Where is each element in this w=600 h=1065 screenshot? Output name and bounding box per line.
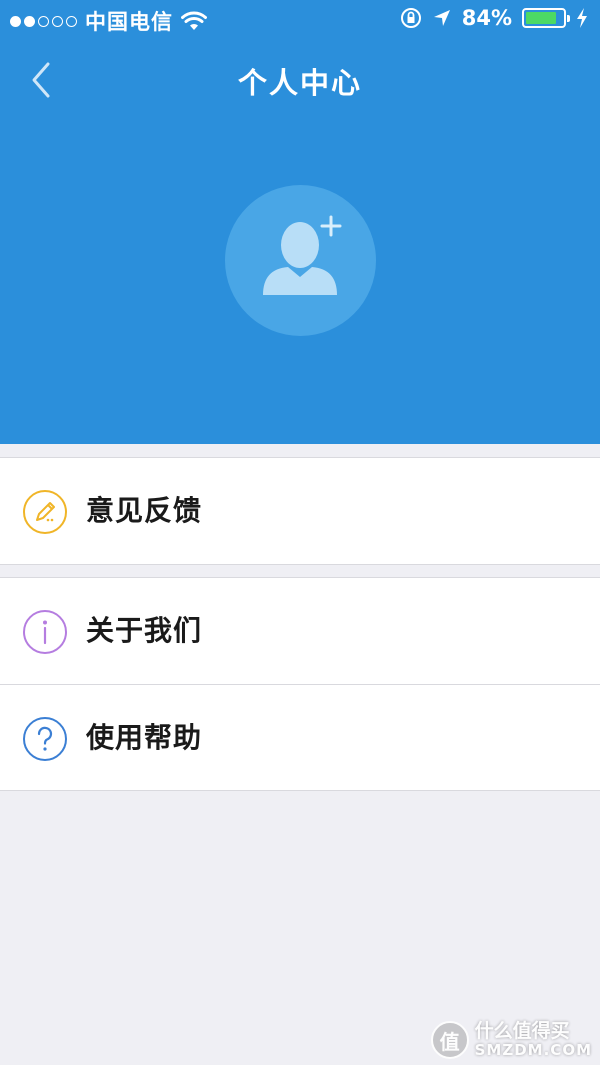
menu-item-label: 关于我们 <box>86 614 203 647</box>
charging-bolt-icon <box>577 8 587 28</box>
status-left: 中国电信 <box>10 6 207 36</box>
info-icon <box>23 610 67 654</box>
rotation-lock-icon <box>400 8 421 28</box>
avatar-button[interactable] <box>225 185 376 336</box>
navigation-bar: 个人中心 <box>0 40 600 120</box>
page-title: 个人中心 <box>237 66 362 100</box>
location-arrow-icon <box>433 10 450 26</box>
signal-dot <box>66 15 77 27</box>
signal-dot <box>52 15 63 27</box>
menu-group-info: 关于我们 使用帮助 <box>0 577 600 791</box>
profile-header: 中国电信 84% 个人中心 <box>0 0 600 444</box>
watermark-text: 什么值得买 SMZDM.COM <box>475 1021 592 1058</box>
battery-icon <box>522 8 570 28</box>
menu-item-label: 意见反馈 <box>86 494 203 527</box>
menu-item-about-us[interactable]: 关于我们 <box>0 578 600 684</box>
status-bar: 中国电信 84% <box>0 0 600 40</box>
watermark-badge: 值 <box>430 1021 469 1059</box>
wifi-icon <box>181 11 207 30</box>
signal-strength-icon <box>10 15 77 27</box>
add-user-icon <box>263 215 342 295</box>
menu-item-label: 使用帮助 <box>86 721 203 754</box>
site-watermark: 值 什么值得买 SMZDM.COM <box>430 1021 592 1059</box>
signal-dot <box>38 15 49 27</box>
carrier-name: 中国电信 <box>85 10 173 34</box>
signal-dot <box>10 15 21 27</box>
battery-fill <box>526 12 557 24</box>
pencil-icon <box>23 490 67 534</box>
menu-group-feedback: 意见反馈 <box>0 457 600 565</box>
question-icon <box>23 717 67 761</box>
watermark-cn: 什么值得买 <box>474 1020 570 1043</box>
status-right: 84% <box>400 6 588 30</box>
battery-percent: 84% <box>461 6 512 30</box>
menu-item-help[interactable]: 使用帮助 <box>0 684 600 790</box>
menu-item-feedback[interactable]: 意见反馈 <box>0 458 600 564</box>
watermark-en: SMZDM.COM <box>474 1041 592 1060</box>
signal-dot <box>24 15 35 27</box>
